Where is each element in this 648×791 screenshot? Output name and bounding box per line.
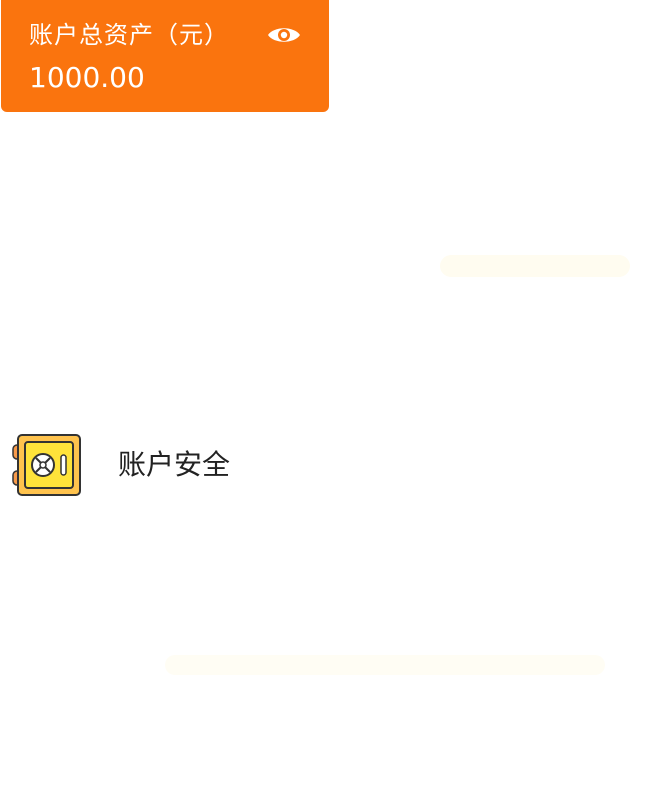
total-assets-title: 账户总资产（元） bbox=[29, 21, 229, 49]
total-assets-card: 账户总资产（元） 1000.00 bbox=[1, 0, 329, 112]
toggle-visibility-button[interactable] bbox=[266, 22, 302, 48]
decorative-shape bbox=[440, 255, 630, 277]
safe-icon bbox=[12, 434, 81, 496]
menu-item-label: 账户安全 bbox=[118, 448, 231, 481]
menu-item-account-security[interactable]: 账户安全 bbox=[0, 425, 648, 505]
total-assets-amount: 1000.00 bbox=[29, 61, 145, 94]
decorative-shape bbox=[165, 655, 605, 675]
eye-icon bbox=[268, 28, 300, 42]
